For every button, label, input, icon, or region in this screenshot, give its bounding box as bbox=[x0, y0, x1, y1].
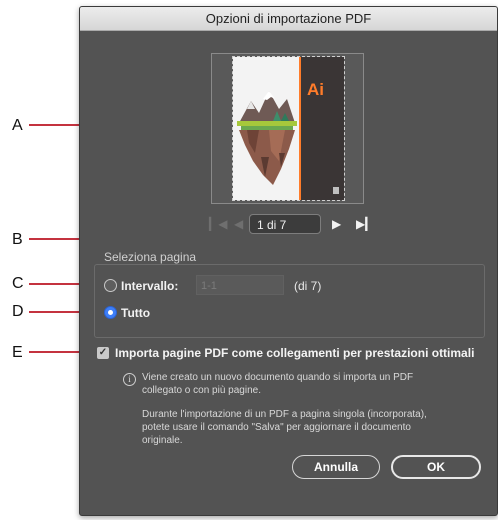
info-text-1: Viene creato un nuovo documento quando s… bbox=[142, 372, 414, 383]
all-pages-radio-label[interactable]: Tutto bbox=[121, 306, 150, 320]
callout-b: B bbox=[12, 231, 23, 248]
range-input[interactable]: 1-1 bbox=[196, 275, 284, 295]
page-selection-title: Seleziona pagina bbox=[104, 250, 197, 264]
ok-button[interactable]: OK bbox=[391, 455, 481, 479]
previous-page-button[interactable]: ◀ bbox=[234, 217, 243, 231]
preview-page-thumbnail: Ai bbox=[232, 56, 345, 201]
last-page-icon: ▶▎ bbox=[356, 217, 375, 231]
next-page-button[interactable]: ▶ bbox=[332, 217, 341, 231]
import-as-links-label[interactable]: Importa pagine PDF come collegamenti per… bbox=[115, 346, 474, 360]
page-preview: Ai bbox=[211, 53, 364, 204]
info-text-5: originale. bbox=[142, 435, 183, 446]
cancel-button[interactable]: Annulla bbox=[292, 455, 380, 479]
dialog-title: Opzioni di importazione PDF bbox=[205, 11, 372, 26]
all-pages-radio[interactable] bbox=[104, 306, 117, 319]
range-radio[interactable] bbox=[104, 279, 117, 292]
info-icon: i bbox=[123, 373, 136, 386]
callout-c: C bbox=[12, 275, 24, 292]
next-page-icon: ▶ bbox=[332, 217, 342, 231]
callout-d: D bbox=[12, 303, 24, 320]
range-radio-label[interactable]: Intervallo: bbox=[121, 279, 178, 293]
range-total-label: (di 7) bbox=[294, 279, 322, 293]
page-selection-group bbox=[94, 264, 485, 338]
first-page-icon: ▎◀ bbox=[209, 217, 228, 231]
import-as-links-checkbox[interactable]: ✓ bbox=[97, 347, 109, 359]
first-page-button[interactable]: ▎◀ bbox=[209, 217, 227, 231]
preview-artwork: Ai bbox=[233, 57, 344, 200]
info-text-4: potete usare il comando "Salva" per aggi… bbox=[142, 422, 411, 433]
preview-logo-text: Ai bbox=[307, 80, 324, 99]
callout-a: A bbox=[12, 117, 23, 134]
callout-e: E bbox=[12, 344, 23, 361]
page-number-field[interactable]: 1 di 7 bbox=[249, 214, 321, 234]
previous-page-icon: ◀ bbox=[234, 217, 244, 231]
title-bar: Opzioni di importazione PDF bbox=[80, 7, 497, 31]
info-text-3: Durante l'importazione di un PDF a pagin… bbox=[142, 409, 427, 420]
last-page-button[interactable]: ▶▎ bbox=[356, 217, 374, 231]
info-text-2: collegato o con più pagine. bbox=[142, 385, 261, 396]
pdf-import-dialog: Opzioni di importazione PDF Ai ▎◀ ◀ 1 di… bbox=[79, 6, 498, 516]
